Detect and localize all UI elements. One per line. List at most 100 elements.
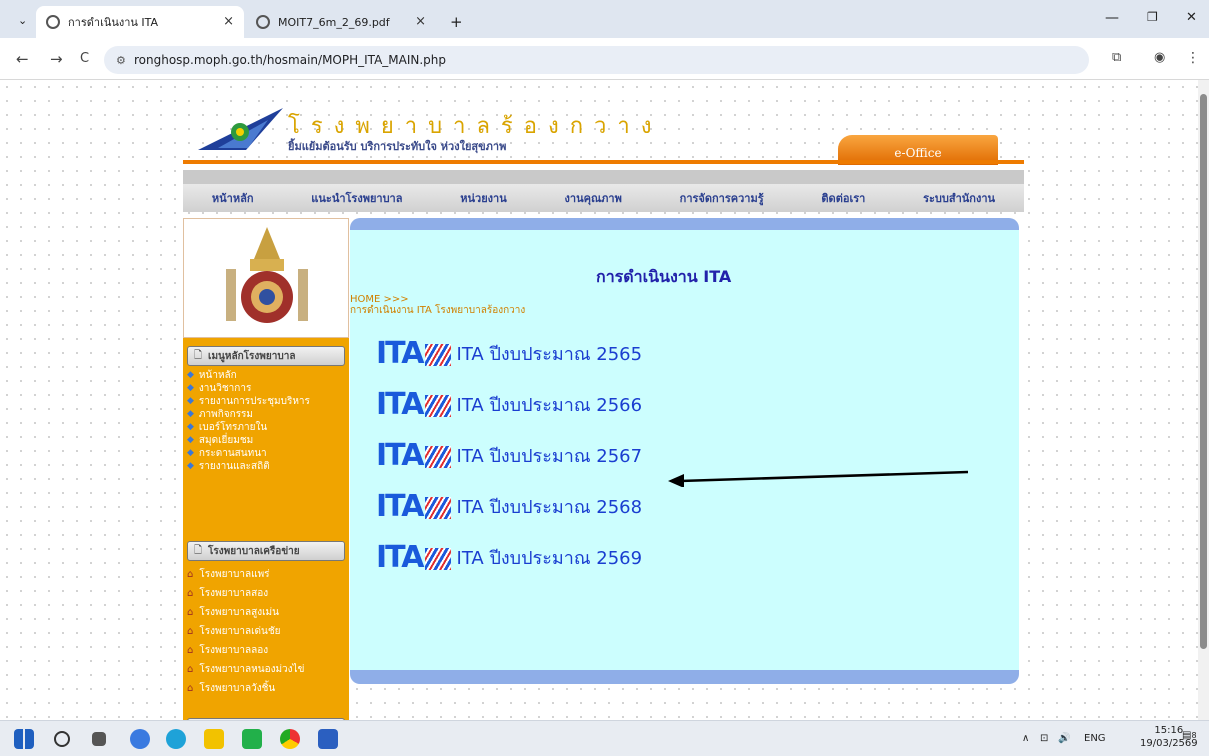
main-content: การดำเนินงาน ITA HOME >>> การดำเนินงาน I… — [350, 218, 1019, 684]
edge-icon[interactable] — [166, 729, 186, 749]
diamond-icon: ◆ — [187, 448, 194, 458]
main-menu-list: ◆ หน้าหลัก ◆ งานวิชาการ ◆ รายงานการประชุมบร… — [187, 369, 310, 473]
tab-title: การดำเนินงาน ITA — [68, 16, 159, 29]
forward-button[interactable]: → — [50, 50, 63, 68]
menu-quality[interactable]: งานคุณภาพ — [565, 189, 622, 207]
widgets-icon[interactable] — [130, 729, 150, 749]
breadcrumb-current: การดำเนินงาน ITA โรงพยาบาลร้องกวาง — [350, 305, 526, 316]
new-tab-button[interactable]: + — [440, 6, 463, 38]
ita-link-2565[interactable]: ITA ITA ปีงบประมาณ 2565 — [376, 336, 642, 371]
house-icon: ⌂ — [187, 607, 194, 618]
menu-office[interactable]: ระบบสำนักงาน — [923, 189, 995, 207]
extensions-icon[interactable]: ⧉ — [1112, 50, 1121, 65]
menu-about[interactable]: แนะนำโรงพยาบาล — [311, 189, 402, 207]
ita-link-2566[interactable]: ITA ITA ปีงบประมาณ 2566 — [376, 387, 642, 422]
diamond-icon: ◆ — [187, 422, 194, 432]
close-window-button[interactable]: ✕ — [1186, 10, 1197, 25]
minimize-button[interactable]: — — [1105, 10, 1119, 26]
restore-button[interactable]: ❐ — [1147, 10, 1158, 24]
tab-title: MOIT7_6m_2_69.pdf — [278, 15, 390, 29]
diamond-icon: ◆ — [187, 461, 194, 471]
site-info-icon[interactable]: ⚙ — [116, 54, 126, 67]
back-button[interactable]: ← — [16, 50, 29, 68]
sidebar-item[interactable]: ⌂ โรงพยาบาลเด่นชัย — [187, 622, 304, 641]
url-text: ronghosp.moph.go.th/hosmain/MOPH_ITA_MAI… — [134, 53, 447, 67]
line-icon[interactable] — [242, 729, 262, 749]
task-view-icon[interactable] — [92, 732, 106, 746]
language-indicator[interactable]: ENG — [1084, 733, 1106, 744]
menu-dots-icon[interactable]: ⋮ — [1186, 50, 1200, 66]
main-menu: หน้าหลัก แนะนำโรงพยาบาล หน่วยงาน งานคุณภ… — [183, 184, 1024, 212]
house-icon: ⌂ — [187, 664, 194, 675]
breadcrumb-home[interactable]: HOME >>> — [350, 294, 525, 305]
sidebar-item[interactable]: ◆ กระดานสนทนา — [187, 447, 310, 460]
sidebar-item[interactable]: ◆ งานวิชาการ — [187, 382, 310, 395]
scrollbar-thumb[interactable] — [1200, 94, 1207, 649]
menu-knowledge[interactable]: การจัดการความรู้ — [680, 189, 764, 207]
tab-pdf[interactable]: MOIT7_6m_2_69.pdf × — [246, 6, 436, 38]
doc-icon: 🗋 — [194, 544, 203, 556]
ita-logo-icon: ITA — [376, 387, 451, 422]
address-bar[interactable]: ⚙ ronghosp.moph.go.th/hosmain/MOPH_ITA_M… — [104, 46, 1089, 74]
web-page: โรงพยาบาลร้องกวาง ยิ้มแย้มต้อนรับ บริการ… — [0, 80, 1198, 720]
close-tab-icon[interactable]: × — [223, 14, 234, 29]
sidebar-item[interactable]: ◆ ภาพกิจกรรม — [187, 408, 310, 421]
start-icon[interactable] — [14, 729, 34, 749]
ita-logo-icon: ITA — [376, 489, 451, 524]
notification-count: 8 — [1191, 731, 1197, 740]
sidebar-item[interactable]: ◆ รายงานและสถิติ — [187, 460, 310, 473]
volume-icon[interactable]: 🔊 — [1058, 733, 1070, 744]
royal-emblem-icon — [226, 227, 308, 323]
doc-icon: 🗋 — [194, 349, 203, 361]
ita-link-2569[interactable]: ITA ITA ปีงบประมาณ 2569 — [376, 540, 642, 575]
network-list: ⌂ โรงพยาบาลแพร่ ⌂ โรงพยาบาลสอง ⌂ โรงพยาบาลส… — [187, 565, 304, 698]
menu-contact[interactable]: ติดต่อเรา — [821, 189, 865, 207]
reload-button[interactable]: C — [80, 51, 89, 66]
menu-units[interactable]: หน่วยงาน — [460, 189, 506, 207]
search-icon[interactable] — [54, 731, 70, 747]
tray-chevron-icon[interactable]: ∧ — [1022, 733, 1029, 744]
house-icon: ⌂ — [187, 626, 194, 637]
sidebar-item[interactable]: ⌂ โรงพยาบาลแพร่ — [187, 565, 304, 584]
tab-ita[interactable]: การดำเนินงาน ITA × — [36, 6, 244, 38]
sidebar-item[interactable]: ⌂ โรงพยาบาลวังชิ้น — [187, 679, 304, 698]
ita-link-2567[interactable]: ITA ITA ปีงบประมาณ 2567 — [376, 438, 642, 473]
section-main-menu: 🗋 เมนูหลักโรงพยาบาล — [187, 346, 345, 366]
word-icon[interactable] — [318, 729, 338, 749]
hospital-slogan: ยิ้มแย้มต้อนรับ บริการประทับใจ ห่วงใยสุข… — [288, 140, 507, 153]
ita-logo-icon: ITA — [376, 336, 451, 371]
file-explorer-icon[interactable] — [204, 729, 224, 749]
diamond-icon: ◆ — [187, 370, 194, 380]
chrome-icon[interactable] — [280, 729, 300, 749]
sidebar-item[interactable]: ⌂ โรงพยาบาลลอง — [187, 641, 304, 660]
diamond-icon: ◆ — [187, 409, 194, 419]
sidebar-item[interactable]: ◆ เบอร์โทรภายใน — [187, 421, 310, 434]
network-icon[interactable]: ⊡ — [1040, 733, 1048, 744]
windows-taskbar: ∧ ⊡ 🔊 ENG 15:16 19/03/2569 ▤8 — [0, 720, 1209, 756]
page-scrollbar[interactable] — [1198, 80, 1209, 720]
sidebar-item[interactable]: ◆ รายงานการประชุมบริหาร — [187, 395, 310, 408]
arrow-annotation-icon — [668, 470, 968, 487]
sidebar-item[interactable]: ⌂ โรงพยาบาลหนองม่วงไข่ — [187, 660, 304, 679]
sidebar-item[interactable]: ⌂ โรงพยาบาลสอง — [187, 584, 304, 603]
gray-strip — [183, 170, 1024, 184]
sidebar-item[interactable]: ◆ หน้าหลัก — [187, 369, 310, 382]
notification-icon[interactable]: ▤8 — [1182, 730, 1197, 741]
header-divider — [183, 160, 1024, 164]
diamond-icon: ◆ — [187, 383, 194, 393]
tab-menu-button[interactable]: ⌄ — [8, 10, 30, 30]
tab-strip: ⌄ การดำเนินงาน ITA × MOIT7_6m_2_69.pdf ×… — [0, 0, 1209, 38]
globe-icon — [46, 15, 60, 29]
menu-home[interactable]: หน้าหลัก — [212, 189, 254, 207]
header-banner: โรงพยาบาลร้องกวาง ยิ้มแย้มต้อนรับ บริการ… — [183, 80, 1024, 180]
close-tab-icon[interactable]: × — [415, 14, 426, 29]
sidebar-item[interactable]: ⌂ โรงพยาบาลสูงเม่น — [187, 603, 304, 622]
globe-icon — [256, 15, 270, 29]
profile-icon[interactable]: ◉ — [1154, 50, 1165, 65]
ita-link-2568[interactable]: ITA ITA ปีงบประมาณ 2568 — [376, 489, 642, 524]
royal-emblem — [183, 218, 349, 338]
sidebar-item[interactable]: ◆ สมุดเยี่ยมชม — [187, 434, 310, 447]
house-icon: ⌂ — [187, 683, 194, 694]
diamond-icon: ◆ — [187, 396, 194, 406]
breadcrumb: HOME >>> การดำเนินงาน ITA โรงพยาบาลร้องก… — [350, 294, 525, 316]
